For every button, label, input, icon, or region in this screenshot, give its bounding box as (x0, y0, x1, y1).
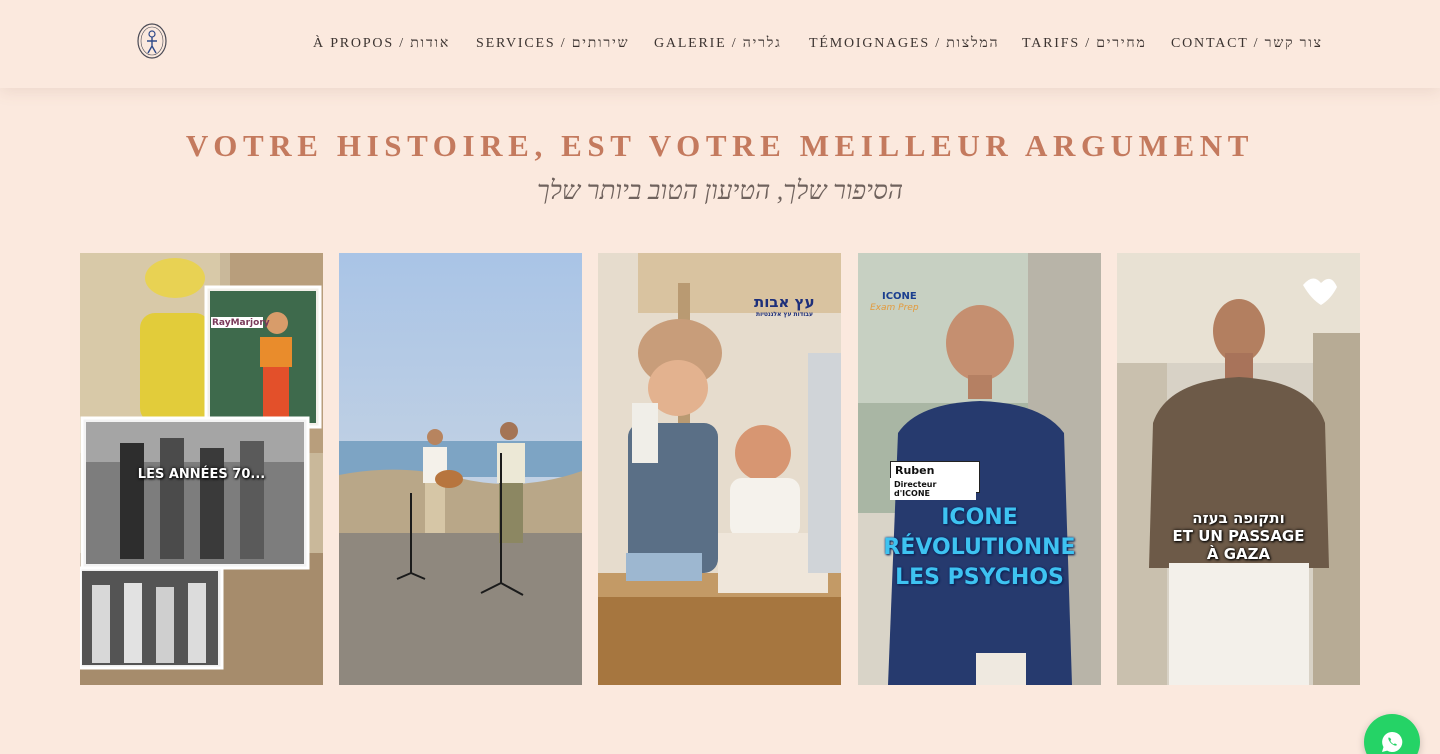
hero-subtitle: הסיפור שלך, הטיעון הטוב ביותר שלך (536, 176, 904, 205)
video-caption: LES ANNÉES 70... (137, 467, 266, 482)
video-badge: RayMarjory (212, 318, 270, 328)
nav-item-a-propos[interactable]: À PROPOS / אודות (313, 34, 450, 54)
video-brand: עץ אבות (754, 293, 815, 311)
video-caption-line-1: ICONE (941, 505, 1018, 530)
video-card-1[interactable]: RayMarjory LES ANNÉES 70... (80, 253, 323, 685)
video-caption-line-2: RÉVOLUTIONNE (883, 535, 1076, 560)
video-card-5[interactable]: ותקופה בעזה ET UN PASSAGE À GAZA (1117, 253, 1360, 685)
whatsapp-chat-button[interactable] (1364, 714, 1420, 754)
nav-item-services[interactable]: SERVICES / שירותים (476, 34, 629, 54)
video-caption-line-3: À GAZA (1206, 545, 1271, 563)
nav-item-galerie[interactable]: GALERIE / גלריה (654, 34, 782, 54)
gaza-testimony-thumbnail (1117, 253, 1360, 685)
nav-item-temoignages[interactable]: TÉMOIGNAGES / המלצות (809, 34, 999, 54)
video-brand-sub: עבודות עץ אלגנטיות (756, 311, 813, 318)
whatsapp-icon (1382, 731, 1403, 752)
video-caption-line-3: LES PSYCHOS (895, 565, 1064, 590)
site-header: À PROPOS / אודות SERVICES / שירותים GALE… (0, 0, 1440, 88)
nav-item-contact[interactable]: CONTACT / צור קשר (1171, 34, 1323, 54)
musicians-desert-thumbnail (339, 253, 582, 685)
video-card-4[interactable]: ICONE Exam Prep Ruben Timsit Directeur d… (858, 253, 1101, 685)
video-caption-line-1: ותקופה בעזה (1192, 509, 1285, 527)
nav-item-tarifs[interactable]: TARIFS / מחירים (1022, 34, 1147, 54)
main-nav: À PROPOS / אודות SERVICES / שירותים GALE… (0, 34, 1440, 54)
video-card-3[interactable]: עץ אבות עבודות עץ אלגנטיות (598, 253, 841, 685)
video-caption-line-2: ET UN PASSAGE (1172, 527, 1305, 545)
video-card-2[interactable] (339, 253, 582, 685)
speaker-role-tag: Directeur d'ICONE (890, 478, 976, 500)
video-brand: ICONE (882, 291, 917, 302)
hero-title: VOTRE HISTOIRE, EST VOTRE MEILLEUR ARGUM… (185, 128, 1255, 163)
video-brand-sub: Exam Prep (870, 303, 919, 313)
